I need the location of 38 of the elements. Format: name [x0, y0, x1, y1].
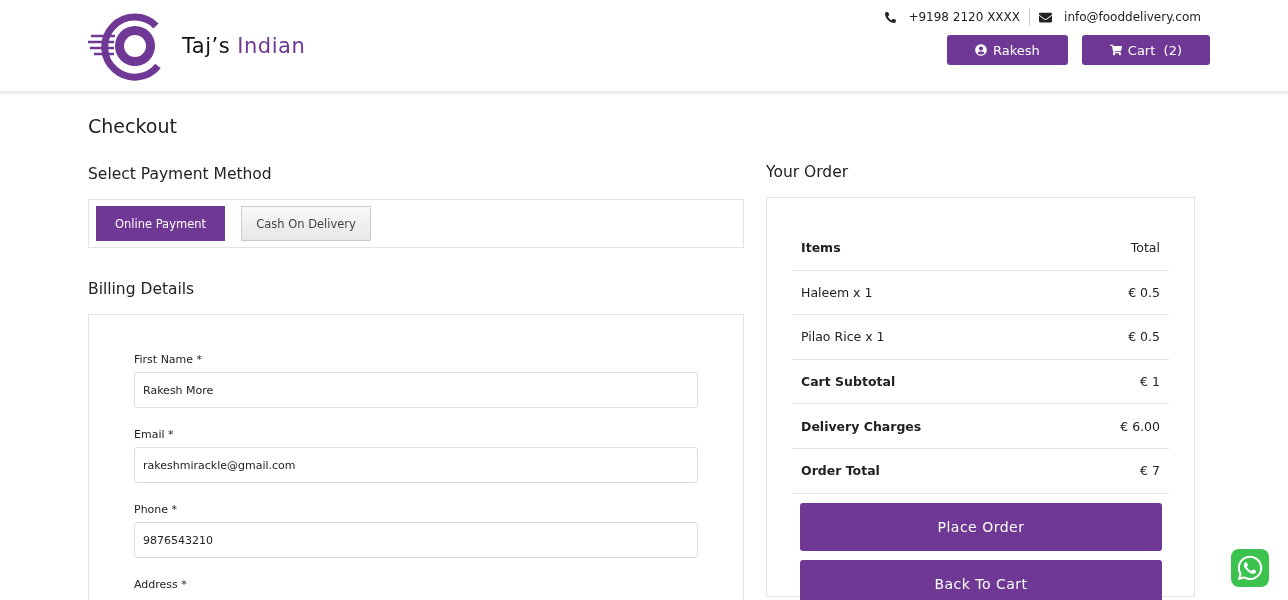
cart-icon [1109, 44, 1122, 56]
order-value: Total [1130, 240, 1160, 256]
input-field[interactable]: 9876543210 [134, 522, 698, 558]
order-label: Haleem x 1 [801, 284, 873, 300]
field-label: Phone * [134, 503, 179, 516]
phone-number: +9198 2120 XXXX [908, 10, 1021, 24]
back-to-cart-button[interactable]: Back To Cart [800, 559, 1162, 600]
field-label: Address * [134, 578, 188, 591]
field-label: First Name * [134, 353, 204, 366]
section-title: Your Order [766, 163, 850, 181]
payment-method-tab[interactable]: Online Payment [96, 206, 225, 241]
chat-button[interactable] [1231, 549, 1269, 587]
order-label: Items [801, 240, 841, 256]
user-icon [975, 44, 987, 56]
place-order-button[interactable]: Place Order [800, 502, 1162, 551]
order-value: € 0.5 [1128, 284, 1160, 300]
order-value: € 0.5 [1128, 329, 1160, 345]
section-title: Select Payment Method [88, 165, 273, 183]
brand-name: Taj’s Indian [182, 33, 306, 58]
section-title: Billing Details [88, 280, 196, 298]
order-label: Pilao Rice x 1 [801, 329, 885, 345]
input-field[interactable]: rakeshmirackle@gmail.com [134, 447, 698, 483]
input-field[interactable]: Rakesh More [134, 372, 698, 408]
order-label: Delivery Charges [801, 418, 922, 434]
order-value: € 7 [1140, 463, 1160, 479]
order-value: € 1 [1140, 374, 1160, 390]
order-label: Order Total [801, 463, 880, 479]
envelope-icon [1039, 10, 1053, 24]
payment-method-tab[interactable]: Cash On Delivery [241, 206, 371, 241]
field-label: Email * [134, 428, 175, 441]
chat-bubble-icon [1236, 554, 1264, 582]
email-address: info@fooddelivery.com [1064, 10, 1201, 24]
user-button[interactable]: Rakesh [947, 35, 1068, 65]
cart-button[interactable]: Cart (2) [1081, 35, 1210, 65]
order-value: € 6.00 [1120, 418, 1160, 434]
order-label: Cart Subtotal [801, 374, 896, 390]
phone-icon [885, 11, 897, 23]
page-title: Checkout [88, 115, 178, 137]
